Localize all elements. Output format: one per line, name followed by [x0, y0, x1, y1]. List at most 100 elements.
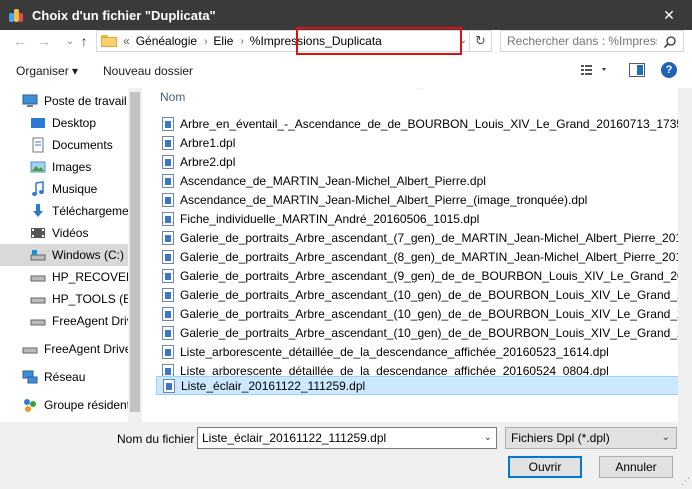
help-icon[interactable]: ?	[661, 62, 677, 78]
up-button[interactable]: ↑	[76, 33, 92, 49]
dpl-file-icon	[163, 378, 175, 393]
videos-icon	[30, 225, 46, 241]
file-list: ^ Nom Arbre_en_éventail_-_Ascendance_de_…	[152, 88, 692, 422]
chevron-down-icon[interactable]: ⌄	[484, 432, 492, 443]
sidebar-item-groupe-residentiel[interactable]: Groupe résidentie	[0, 394, 128, 416]
downloads-icon	[30, 203, 46, 219]
breadcrumb-item-elie[interactable]: Elie	[213, 34, 233, 48]
file-row[interactable]: Galerie_de_portraits_Arbre_ascendant_(10…	[156, 304, 692, 323]
dialog-footer: Nom du fichier : ⌄ Fichiers Dpl (*.dpl) …	[0, 422, 692, 489]
dpl-file-icon	[162, 116, 174, 131]
chevron-down-icon: ⌄	[661, 432, 670, 443]
file-type-select[interactable]: Fichiers Dpl (*.dpl) ⌄	[505, 427, 677, 449]
file-name: Galerie_de_portraits_Arbre_ascendant_(10…	[180, 287, 692, 302]
sidebar-item-images[interactable]: Images	[0, 156, 128, 178]
file-row[interactable]: Arbre_en_éventail_-_Ascendance_de_de_BOU…	[156, 114, 692, 133]
annotation-highlight-box	[296, 27, 462, 55]
open-button[interactable]: Ouvrir	[508, 456, 582, 478]
filename-combobox[interactable]: ⌄	[197, 427, 497, 449]
file-row[interactable]: Ascendance_de_MARTIN_Jean-Michel_Albert_…	[156, 171, 690, 190]
file-row[interactable]: Ascendance_de_MARTIN_Jean-Michel_Albert_…	[156, 190, 690, 209]
sidebar-item-label: Réseau	[44, 370, 86, 384]
sidebar-item-label: Documents	[52, 138, 113, 152]
file-row[interactable]: Arbre2.dpl	[156, 152, 690, 171]
column-header-name[interactable]: Nom	[160, 90, 185, 104]
refresh-icon: ↻	[475, 33, 486, 48]
sidebar-item-desktop[interactable]: Desktop	[0, 112, 128, 134]
filename-input[interactable]	[202, 431, 472, 445]
breadcrumb-separator[interactable]: ›	[240, 36, 243, 47]
sidebar-item-poste-de-travail[interactable]: Poste de travail	[0, 90, 128, 112]
drive-icon	[30, 313, 46, 329]
close-icon: ✕	[663, 6, 675, 23]
file-row-selected[interactable]: Liste_éclair_20161122_111259.dpl	[156, 376, 690, 395]
sidebar-item-freeagent-drive-i[interactable]: FreeAgent Drive (I	[0, 338, 128, 360]
file-name: Galerie_de_portraits_Arbre_ascendant_(10…	[180, 306, 692, 321]
sidebar-item-windows-c[interactable]: Windows (C:)	[0, 244, 128, 266]
scrollbar-thumb[interactable]	[130, 92, 140, 412]
address-bar[interactable]: « Généalogie › Elie › %Impressions_Dupli…	[96, 27, 492, 55]
sidebar-item-reseau[interactable]: Réseau	[0, 366, 128, 388]
sidebar-item-documents[interactable]: Documents	[0, 134, 128, 156]
navigation-pane: Poste de travail Desktop Documents Image…	[0, 88, 142, 422]
view-options-icon[interactable]	[580, 63, 610, 77]
sidebar-item-hp-tools[interactable]: HP_TOOLS (E:)	[0, 288, 128, 310]
sidebar-item-musique[interactable]: Musique	[0, 178, 128, 200]
sidebar-item-telechargement[interactable]: Téléchargement	[0, 200, 128, 222]
file-row[interactable]: Fiche_individuelle_MARTIN_André_20160506…	[156, 209, 690, 228]
preview-pane-icon[interactable]	[629, 63, 645, 77]
close-button[interactable]: ✕	[646, 0, 692, 30]
documents-icon	[30, 137, 46, 153]
breadcrumb-item-genealogie[interactable]: Généalogie	[136, 34, 197, 48]
dpl-file-icon	[162, 325, 174, 340]
file-row[interactable]: Galerie_de_portraits_Arbre_ascendant_(9_…	[156, 266, 692, 285]
dpl-file-icon	[162, 192, 174, 207]
drive-icon	[30, 247, 46, 263]
sidebar-item-label: FreeAgent Drive (I	[44, 342, 128, 356]
file-name: Galerie_de_portraits_Arbre_ascendant_(9_…	[180, 268, 692, 283]
file-row[interactable]: Galerie_de_portraits_Arbre_ascendant_(10…	[156, 323, 692, 342]
new-folder-button[interactable]: Nouveau dossier	[103, 64, 193, 78]
file-name: Arbre2.dpl	[180, 154, 236, 169]
file-row[interactable]: Galerie_de_portraits_Arbre_ascendant_(10…	[156, 285, 692, 304]
sidebar-scrollbar[interactable]	[128, 88, 142, 422]
sidebar-item-label: Groupe résidentie	[44, 398, 128, 412]
file-name: Ascendance_de_MARTIN_Jean-Michel_Albert_…	[180, 173, 486, 188]
sidebar-item-videos[interactable]: Vidéos	[0, 222, 128, 244]
file-row[interactable]: Liste_arborescente_détaillée_de_la_desce…	[156, 342, 690, 361]
breadcrumb-overflow[interactable]: «	[123, 34, 130, 48]
file-name: Galerie_de_portraits_Arbre_ascendant_(7_…	[180, 230, 692, 245]
file-list-scrollbar[interactable]	[678, 88, 692, 422]
back-button[interactable]: ←	[12, 33, 28, 49]
file-row[interactable]: Arbre1.dpl	[156, 133, 690, 152]
file-name: Galerie_de_portraits_Arbre_ascendant_(8_…	[180, 249, 692, 264]
file-name: Fiche_individuelle_MARTIN_André_20160506…	[180, 211, 480, 226]
refresh-button[interactable]: ↻	[469, 31, 491, 51]
sidebar-item-label: Téléchargement	[52, 204, 128, 218]
command-bar: Organiser ▾ Nouveau dossier ?	[0, 58, 692, 84]
sidebar-item-hp-recovery[interactable]: HP_RECOVERY (	[0, 266, 128, 288]
cancel-button[interactable]: Annuler	[599, 456, 673, 478]
file-row[interactable]: Galerie_de_portraits_Arbre_ascendant_(7_…	[156, 228, 692, 247]
search-box[interactable]	[500, 30, 684, 52]
folder-icon	[101, 35, 117, 47]
file-row[interactable]: Galerie_de_portraits_Arbre_ascendant_(8_…	[156, 247, 692, 266]
dpl-file-icon	[162, 249, 174, 264]
search-icon	[663, 36, 676, 49]
filename-label: Nom du fichier :	[117, 432, 202, 446]
pictures-icon	[30, 159, 46, 175]
organize-menu-button[interactable]: Organiser ▾	[16, 64, 78, 78]
breadcrumb-separator[interactable]: ›	[204, 36, 207, 47]
search-input[interactable]	[507, 34, 657, 48]
chevron-down-icon[interactable]: ⌄	[459, 35, 467, 46]
computer-icon	[22, 93, 38, 109]
sidebar-item-freeagent-drive[interactable]: FreeAgent Drive	[0, 310, 128, 332]
navigation-bar: ← → ⌄ ↑ « Généalogie › Elie › %Impressio…	[0, 27, 692, 55]
dpl-file-icon	[162, 173, 174, 188]
forward-button[interactable]: →	[36, 33, 52, 49]
resize-grip-icon[interactable]: ⋰	[681, 476, 690, 487]
sidebar-item-label: HP_TOOLS (E:)	[52, 292, 128, 306]
dpl-file-icon	[162, 135, 174, 150]
desktop-icon	[30, 115, 46, 131]
drive-icon	[30, 291, 46, 307]
